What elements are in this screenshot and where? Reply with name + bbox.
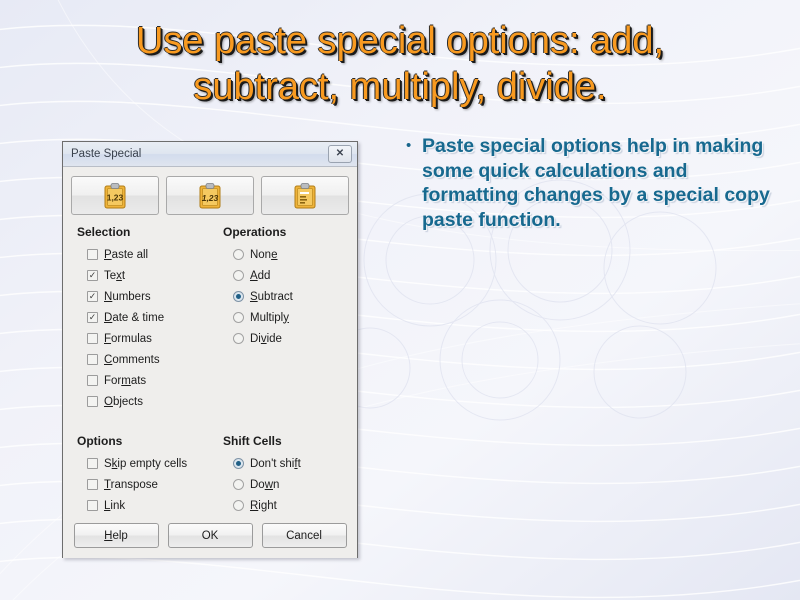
ok-button[interactable]: OK [167,523,253,548]
shift-cells-radio-list: Don't shift Down Right [232,453,357,516]
operations-item-add[interactable]: Add [232,265,357,286]
selection-item-label: Formats [104,374,147,387]
operations-item-label: Subtract [249,290,293,303]
selection-item-label: Formulas [104,332,152,345]
operations-item-label: Divide [249,332,282,345]
radio-don-t-shift[interactable] [232,458,244,469]
checkbox-link[interactable] [87,500,98,511]
operations-item-none[interactable]: None [232,244,357,265]
svg-text:1,23: 1,23 [107,192,124,202]
checkbox-text[interactable] [87,270,98,281]
options-item-label: Transpose [104,478,158,491]
operations-item-divide[interactable]: Divide [232,328,357,349]
shift-cells-item-label: Down [249,478,280,491]
checkbox-transpose[interactable] [87,479,98,490]
bullet-text: Paste special options help in making som… [422,135,770,231]
operations-item-multiply[interactable]: Multiply [232,307,357,328]
options-group: Options Skip empty cells Transpose Link [63,434,217,516]
cancel-button[interactable]: Cancel [261,523,347,548]
operations-radio-list: None Add Subtract Multiply Divide [232,244,357,349]
options-item-transpose[interactable]: Transpose [87,474,217,495]
paste-mode-button-group: 1,23 1,23 [63,167,357,215]
paste-formats-button[interactable] [261,176,349,215]
paste-values-numbers-icon: 1,23 [104,182,126,208]
selection-item-objects[interactable]: Objects [87,391,217,412]
checkbox-formats[interactable] [87,375,98,386]
selection-heading: Selection [77,225,131,239]
options-heading: Options [77,434,123,448]
selection-item-text[interactable]: Text [87,265,217,286]
checkbox-date-time[interactable] [87,312,98,323]
selection-item-formats[interactable]: Formats [87,370,217,391]
checkbox-skip-empty-cells[interactable] [87,458,98,469]
radio-right[interactable] [232,500,244,511]
dialog-titlebar[interactable]: Paste Special ✕ [63,142,357,167]
options-item-label: Link [104,499,126,512]
checkbox-comments[interactable] [87,354,98,365]
bullet-item: • Paste special options help in making s… [406,134,778,232]
selection-group: Selection Paste all Text Numbers Date & tim… [63,225,217,412]
radio-down[interactable] [232,479,244,490]
selection-checkbox-list: Paste all Text Numbers Date & time Formulas C… [87,244,217,412]
shift-cells-item-right[interactable]: Right [232,495,357,516]
selection-item-numbers[interactable]: Numbers [87,286,217,307]
selection-item-paste-all[interactable]: Paste all [87,244,217,265]
operations-item-label: Add [249,269,271,282]
slide: Use paste special options: add, subtract… [0,0,800,600]
operations-group: Operations None Add Subtract Multiply Divide [217,225,357,412]
paste-values-numbers-button[interactable]: 1,23 [71,176,159,215]
radio-multiply[interactable] [232,312,244,323]
shift-cells-group: Shift Cells Don't shift Down Right [217,434,357,516]
shift-cells-item-label: Don't shift [249,457,301,470]
radio-add[interactable] [232,270,244,281]
radio-none[interactable] [232,249,244,260]
options-item-link[interactable]: Link [87,495,217,516]
paste-special-dialog: Paste Special ✕ 1,23 1,23 Selection Past… [62,141,358,558]
selection-item-comments[interactable]: Comments [87,349,217,370]
shift-cells-item-label: Right [249,499,277,512]
options-item-skip-empty-cells[interactable]: Skip empty cells [87,453,217,474]
body-text-block: • Paste special options help in making s… [406,134,778,232]
options-shiftcells-row: Options Skip empty cells Transpose Link Sh… [63,424,357,516]
shift-cells-item-down[interactable]: Down [232,474,357,495]
checkbox-formulas[interactable] [87,333,98,344]
checkbox-objects[interactable] [87,396,98,407]
radio-subtract[interactable] [232,291,244,302]
checkbox-numbers[interactable] [87,291,98,302]
radio-divide[interactable] [232,333,244,344]
selection-item-label: Objects [104,395,143,408]
selection-item-date-time[interactable]: Date & time [87,307,217,328]
paste-values-italic-button[interactable]: 1,23 [166,176,254,215]
selection-item-label: Date & time [104,311,165,324]
options-item-label: Skip empty cells [104,457,188,470]
operations-item-subtract[interactable]: Subtract [232,286,357,307]
selection-item-label: Comments [104,353,160,366]
dialog-title: Paste Special [71,148,142,160]
help-button[interactable]: Help [73,523,159,548]
selection-item-formulas[interactable]: Formulas [87,328,217,349]
selection-item-label: Paste all [104,248,149,261]
slide-title: Use paste special options: add, subtract… [135,20,665,108]
bullet-marker-icon: • [406,137,412,154]
selection-operations-row: Selection Paste all Text Numbers Date & tim… [63,215,357,412]
operations-item-label: Multiply [249,311,289,324]
dialog-body: 1,23 1,23 Selection Paste all ✓ Text ✓ N… [63,167,357,558]
options-checkbox-list: Skip empty cells Transpose Link [87,453,217,516]
selection-item-label: Text [104,269,126,282]
dialog-button-row: Help OK Cancel [63,523,357,548]
operations-item-label: None [249,248,278,261]
shift-cells-item-don-t-shift[interactable]: Don't shift [232,453,357,474]
paste-values-italic-icon: 1,23 [199,182,221,208]
operations-heading: Operations [222,225,287,239]
paste-formats-icon [294,182,316,208]
close-icon[interactable]: ✕ [328,145,352,163]
shift-cells-heading: Shift Cells [222,434,282,448]
svg-text:1,23: 1,23 [202,193,219,203]
checkbox-paste-all[interactable] [87,249,98,260]
selection-item-label: Numbers [104,290,151,303]
